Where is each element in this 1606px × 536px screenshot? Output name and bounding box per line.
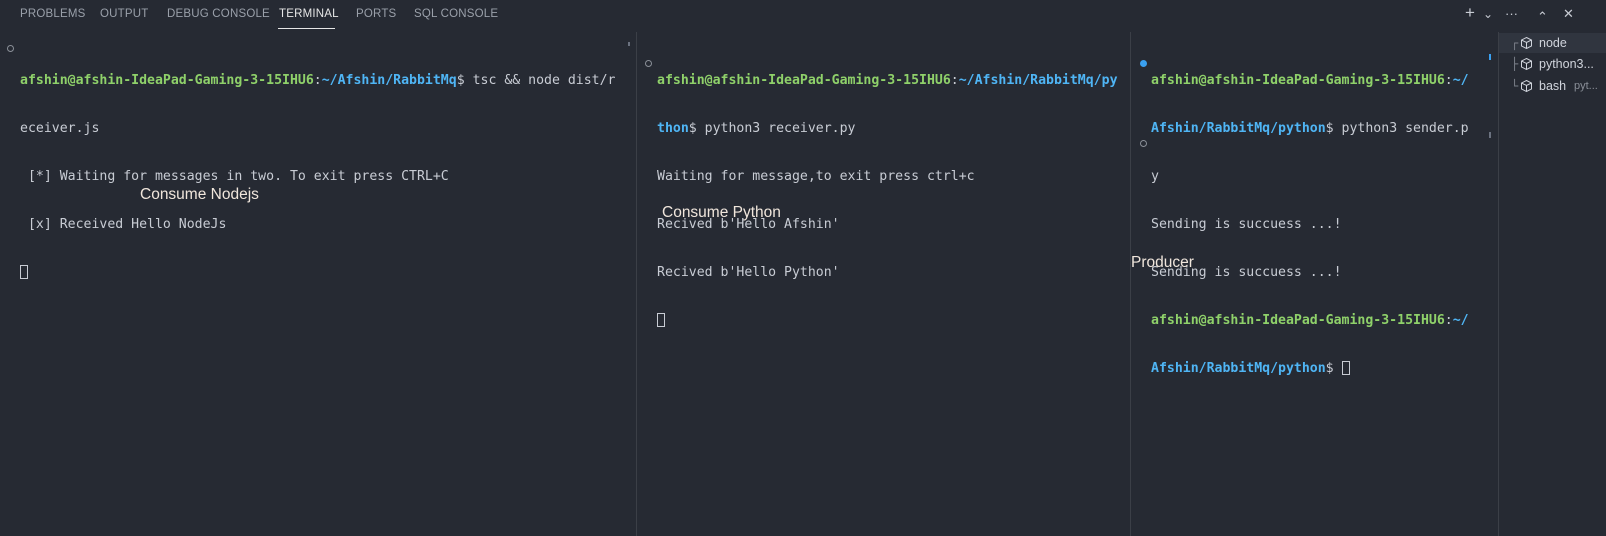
more-actions-icon[interactable]: ··· — [1505, 6, 1518, 21]
command-decoration-icon[interactable] — [7, 45, 14, 52]
terminal-pane-python[interactable]: afshin@afshin-IdeaPad-Gaming-3-15IHU6:~/… — [637, 32, 1130, 536]
overview-ruler-mark — [1489, 54, 1491, 60]
terminal-list-item-python[interactable]: ├ python3... — [1499, 54, 1606, 74]
terminal-list-item-bash[interactable]: └ bash pyt... — [1499, 76, 1606, 96]
command-wrap: eceiver.js — [20, 121, 100, 136]
output-line: Sending is succuess ...! — [1151, 217, 1342, 232]
tab-sql-console[interactable]: SQL CONSOLE — [414, 8, 498, 20]
terminal-cursor — [1341, 361, 1350, 375]
terminal-cursor — [657, 313, 665, 327]
terminal-list-item-node[interactable]: ┌ node — [1499, 33, 1606, 53]
annotation-label-node: Consume Nodejs — [140, 186, 259, 203]
tab-terminal[interactable]: TERMINAL — [279, 8, 339, 20]
terminal-pane-node[interactable]: afshin@afshin-IdeaPad-Gaming-3-15IHU6:~/… — [0, 32, 636, 536]
terminal-cube-icon — [1521, 37, 1532, 49]
new-terminal-icon[interactable]: + — [1465, 3, 1475, 23]
tab-output[interactable]: OUTPUT — [100, 8, 148, 20]
output-line: [*] Waiting for messages in two. To exit… — [20, 169, 449, 184]
terminal-pane-producer[interactable]: afshin@afshin-IdeaPad-Gaming-3-15IHU6:~/… — [1131, 32, 1497, 536]
overview-ruler-mark — [1489, 132, 1491, 138]
output-line: Recived b'Hello Python' — [657, 265, 840, 280]
command-decoration-icon[interactable] — [1140, 60, 1147, 67]
terminal-cursor — [20, 265, 28, 279]
annotation-label-python: Consume Python — [662, 204, 781, 221]
command-decoration-icon[interactable] — [1140, 140, 1147, 147]
close-panel-icon[interactable]: ✕ — [1563, 6, 1574, 22]
prompt-user: afshin@afshin-IdeaPad-Gaming-3-15IHU6 — [20, 73, 314, 88]
command-text: $ tsc && node dist/r — [456, 73, 616, 88]
tab-debug-console[interactable]: DEBUG CONSOLE — [167, 8, 270, 20]
overview-ruler-mark — [628, 42, 630, 46]
command-decoration-icon[interactable] — [645, 60, 652, 67]
panel-tab-bar: PROBLEMS OUTPUT DEBUG CONSOLE TERMINAL P… — [0, 0, 1606, 30]
terminal-cube-icon — [1521, 80, 1532, 92]
terminal-tabs-list: ┌ node ├ python3... └ bash pyt... — [1498, 32, 1606, 536]
maximize-panel-icon[interactable]: ⌃ — [1537, 9, 1548, 25]
annotation-label-producer: Producer — [1131, 254, 1194, 271]
output-line: Waiting for message,to exit press ctrl+c — [657, 169, 975, 184]
terminal-cube-icon — [1521, 58, 1532, 70]
output-line: Sending is succuess ...! — [1151, 265, 1342, 280]
output-line: [x] Received Hello NodeJs — [20, 217, 227, 232]
prompt-path: ~/Afshin/RabbitMq — [321, 73, 457, 88]
tab-ports[interactable]: PORTS — [356, 8, 396, 20]
active-tab-indicator — [278, 28, 335, 29]
chevron-down-icon[interactable]: ⌄ — [1483, 7, 1493, 21]
tab-problems[interactable]: PROBLEMS — [20, 8, 86, 20]
